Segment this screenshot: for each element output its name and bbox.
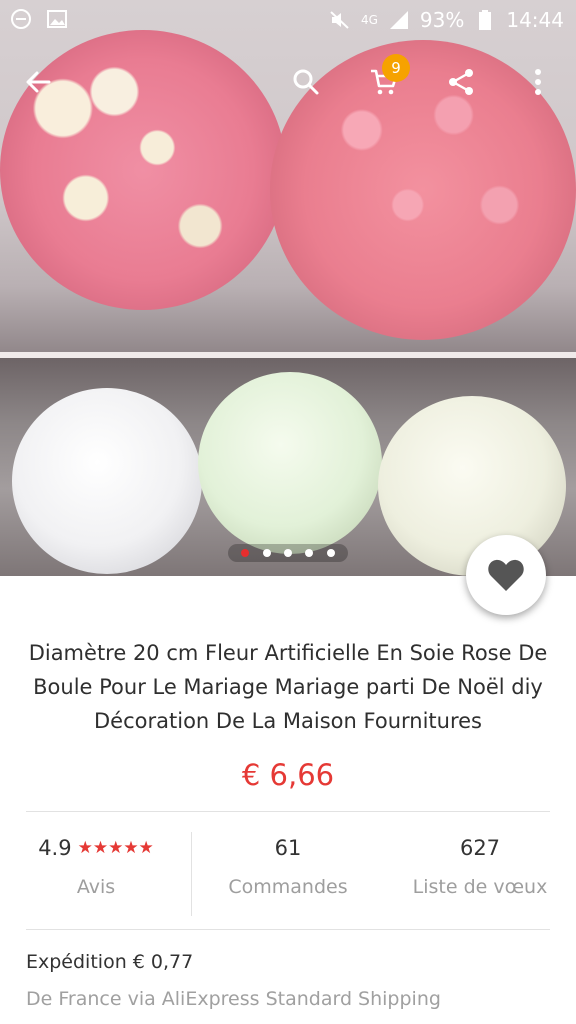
share-icon [449,69,473,95]
status-bar: 4G 93% 14:44 [0,0,576,40]
pager-dot[interactable] [326,549,335,557]
app-bar: 9 [0,50,576,114]
image-icon [46,8,68,30]
product-price: € 6,66 [241,758,335,792]
star-rating-icon: ★★★★★ [77,838,154,858]
mute-icon [329,9,351,31]
divider [26,811,550,812]
clock: 14:44 [506,8,564,32]
search-icon [293,69,319,95]
arrow-left-icon [26,71,51,93]
pager-dot[interactable] [305,549,314,557]
heart-icon [488,559,524,591]
signal-icon [388,9,410,31]
battery-percent: 93% [419,8,465,32]
more-vert-icon [535,69,541,95]
pale-green-flower-ball [198,372,382,554]
cart-button[interactable]: 9 [360,54,410,106]
minus-circle-icon [10,8,32,30]
shipping-method[interactable]: De France via AliExpress Standard Shippi… [26,988,441,1010]
battery-icon [474,9,496,31]
product-title: Diamètre 20 cm Fleur Artificielle En Soi… [28,641,548,733]
orders-label: Commandes [228,876,348,898]
search-button[interactable] [282,58,330,106]
cream-flower-ball [378,396,566,576]
reviews-stat[interactable]: 4.9 ★★★★★ Avis [0,830,192,898]
divider [26,929,550,930]
wishlist-label: Liste de vœux [412,876,548,898]
gallery-pager [228,544,348,562]
pager-dot-active[interactable] [241,549,250,557]
network-type: 4G [360,13,378,27]
back-button[interactable] [14,58,62,106]
pager-dot[interactable] [262,549,271,557]
shipping-cost[interactable]: Expédition € 0,77 [26,951,193,973]
wishlist-value: 627 [459,836,501,860]
add-to-wishlist-button[interactable] [466,535,546,615]
orders-value: 61 [274,836,302,860]
product-stats: 4.9 ★★★★★ Avis 61 Commandes 627 Liste de… [0,830,576,920]
wishlist-stat[interactable]: 627 Liste de vœux [384,830,576,898]
cart-count-badge: 9 [382,54,410,82]
orders-stat[interactable]: 61 Commandes [192,830,384,898]
more-options-button[interactable] [514,58,562,106]
share-button[interactable] [437,58,485,106]
pager-dot[interactable] [283,549,292,557]
white-flower-ball [12,388,202,574]
rating-value: 4.9 [38,836,72,860]
reviews-label: Avis [76,876,116,898]
